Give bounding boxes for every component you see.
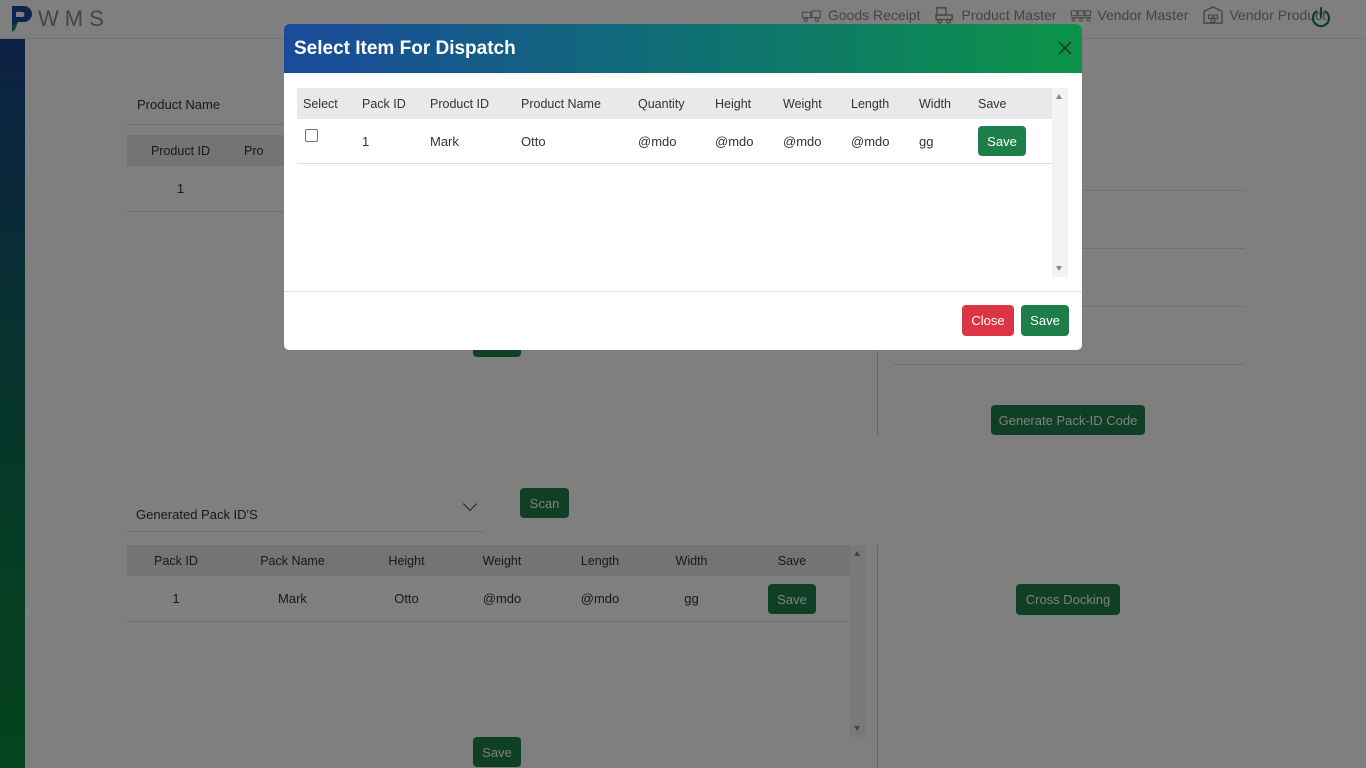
- modal-header: Select Item For Dispatch: [284, 24, 1082, 73]
- col-header: Weight: [783, 96, 822, 111]
- dispatch-table-scrollbar[interactable]: [1052, 88, 1068, 277]
- col-header: Length: [851, 96, 890, 111]
- col-header: Width: [919, 96, 951, 111]
- select-cell: [305, 119, 318, 163]
- scroll-up-icon[interactable]: [1056, 94, 1062, 99]
- dispatch-table-header: Select Pack ID Product ID Product Name Q…: [297, 88, 1052, 119]
- height-cell: @mdo: [715, 133, 754, 149]
- close-icon[interactable]: [1056, 39, 1074, 57]
- select-item-dialog: Select Item For Dispatch Select Pack ID …: [284, 24, 1082, 350]
- col-header: Quantity: [638, 96, 685, 111]
- col-header: Save: [978, 96, 1007, 111]
- col-header: Select: [303, 96, 338, 111]
- table-row: 1 Mark Otto @mdo @mdo @mdo @mdo gg Save: [297, 119, 1052, 164]
- col-header: Height: [715, 96, 752, 111]
- col-header: Pack ID: [362, 96, 406, 111]
- modal-body: Select Pack ID Product ID Product Name Q…: [284, 73, 1082, 292]
- quantity-cell: @mdo: [638, 133, 677, 149]
- select-checkbox[interactable]: [305, 129, 318, 142]
- length-cell: @mdo: [851, 133, 890, 149]
- col-header: Product Name: [521, 96, 601, 111]
- close-button[interactable]: Close: [962, 305, 1014, 336]
- save-cell: Save: [978, 119, 1026, 163]
- width-cell: gg: [919, 133, 934, 149]
- scroll-down-icon[interactable]: [1056, 266, 1062, 271]
- row-save-button[interactable]: Save: [978, 126, 1026, 156]
- pack-id-cell: 1: [362, 133, 370, 149]
- modal-footer: Close Save: [284, 292, 1082, 350]
- modal-title: Select Item For Dispatch: [294, 37, 516, 59]
- product-name-cell: Otto: [521, 133, 546, 149]
- col-header: Product ID: [430, 96, 490, 111]
- save-button[interactable]: Save: [1021, 305, 1069, 336]
- product-id-cell: Mark: [430, 133, 459, 149]
- weight-cell: @mdo: [783, 133, 822, 149]
